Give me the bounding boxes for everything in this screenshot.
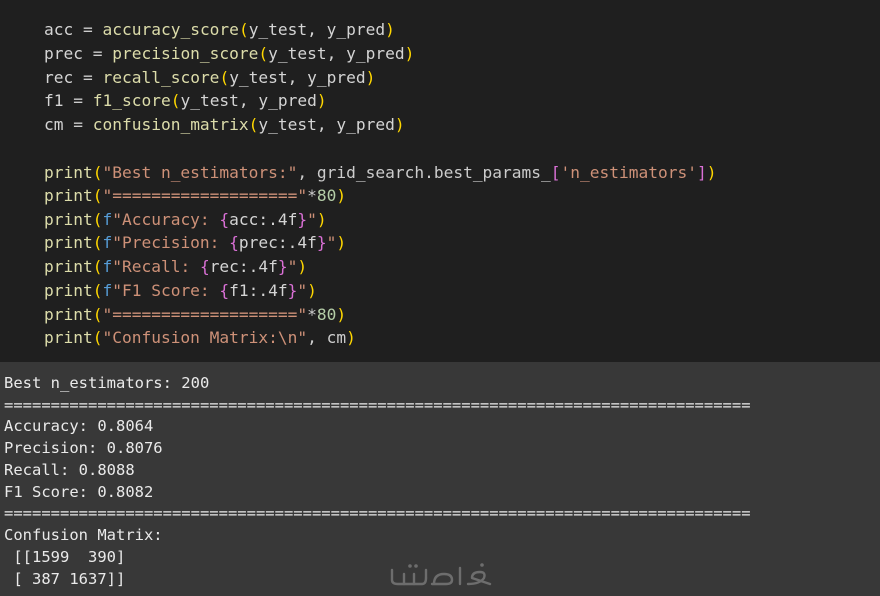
output-rule-1: ========================================… — [4, 400, 751, 410]
code-line-f1: f1 = f1_score(y_test, y_pred) — [43, 91, 327, 110]
code-line-print-accuracy: print(f"Accuracy: {acc:.4f}") — [43, 210, 327, 229]
code-line-prec: prec = precision_score(y_test, y_pred) — [43, 44, 415, 63]
output-precision: Precision: 0.8076 — [4, 439, 163, 457]
output-confusion-row-1: [[1599 390] — [4, 548, 126, 566]
code-line-print-precision: print(f"Precision: {prec:.4f}") — [43, 233, 347, 252]
code-line-print-recall: print(f"Recall: {rec:.4f}") — [43, 257, 308, 276]
code-editor[interactable]: acc = accuracy_score(y_test, y_pred) pre… — [0, 0, 880, 362]
output-accuracy: Accuracy: 0.8064 — [4, 417, 154, 435]
khamsat-watermark-logo — [390, 563, 492, 586]
output-confusion-title: Confusion Matrix: — [4, 526, 163, 544]
code-line-print-rule-2: print("==================="*80) — [43, 305, 347, 324]
code-line-acc: acc = accuracy_score(y_test, y_pred) — [43, 20, 395, 39]
output-best-estimators: Best n_estimators: 200 — [4, 374, 210, 392]
code-line-print-rule-1: print("==================="*80) — [43, 186, 347, 205]
code-line-rec: rec = recall_score(y_test, y_pred) — [43, 68, 376, 87]
code-line-print-confusion: print("Confusion Matrix:\n", cm) — [43, 328, 356, 347]
output-f1-score: F1 Score: 0.8082 — [4, 483, 154, 501]
output-recall: Recall: 0.8088 — [4, 461, 135, 479]
code-line-print-f1: print(f"F1 Score: {f1:.4f}") — [43, 281, 317, 300]
output-confusion-row-2: [ 387 1637]] — [4, 570, 126, 588]
output-rule-2: ========================================… — [4, 508, 751, 518]
code-line-cm: cm = confusion_matrix(y_test, y_pred) — [43, 115, 405, 134]
code-line-print-best: print("Best n_estimators:", grid_search.… — [43, 163, 717, 182]
